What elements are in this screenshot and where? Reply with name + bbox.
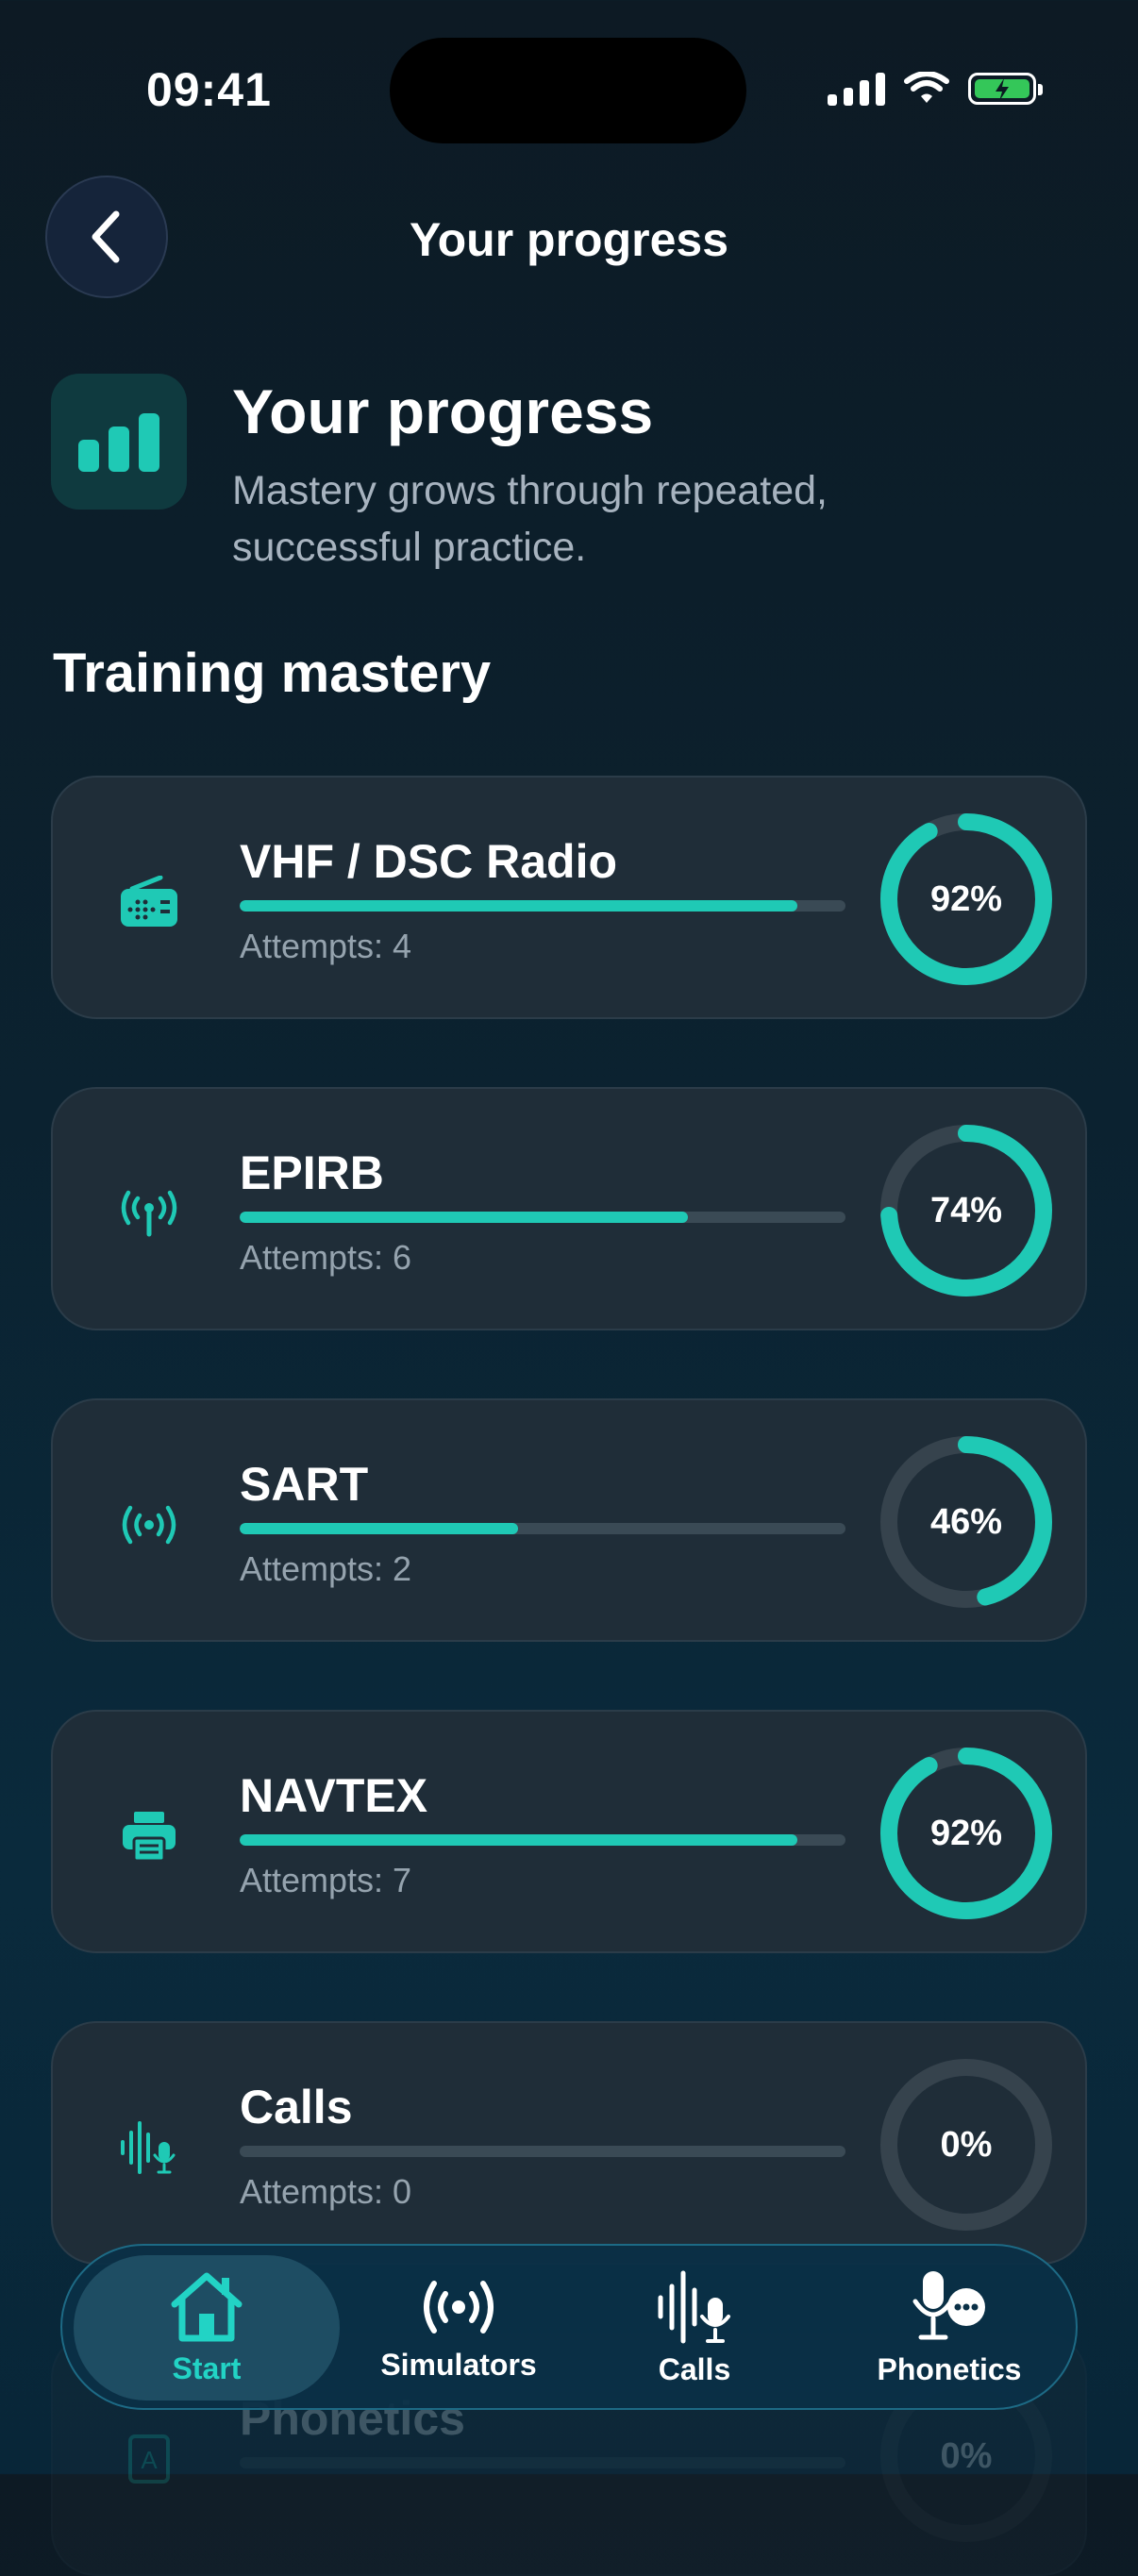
mastery-percent: 74% — [929, 1190, 1003, 1230]
voice-mic-icon — [658, 2270, 730, 2343]
wifi-icon — [904, 72, 949, 103]
tab-label: Simulators — [380, 2347, 537, 2382]
printer-icon — [109, 1797, 189, 1876]
status-time: 09:41 — [146, 63, 272, 116]
section-title: Training mastery — [53, 643, 492, 704]
attempts-count: Attempts: 4 — [240, 927, 412, 965]
home-icon — [171, 2272, 243, 2341]
tab-start[interactable]: Start — [74, 2255, 340, 2400]
tab-label: Start — [172, 2350, 242, 2385]
module-card[interactable]: EPIRB Attempts: 6 74% — [51, 1087, 1087, 1330]
tab-bar: Start Simulators Calls Phonetics — [60, 2244, 1078, 2410]
module-card[interactable]: SART Attempts: 2 46% — [51, 1398, 1087, 1642]
voice-wave-icon — [109, 2108, 189, 2187]
cellular-signal-icon — [828, 72, 885, 106]
broadcast-icon — [109, 1485, 189, 1564]
mastery-percent: 46% — [929, 1501, 1003, 1542]
module-card[interactable]: VHF / DSC Radio Attempts: 4 92% — [51, 776, 1087, 1019]
battery-icon — [968, 73, 1043, 105]
attempts-count: Attempts: 0 — [240, 2172, 412, 2211]
tab-phonetics[interactable]: Phonetics — [855, 2255, 1044, 2400]
speaker-chat-icon — [912, 2270, 985, 2339]
dynamic-island — [390, 38, 746, 143]
attempts-count: Attempts: 6 — [240, 1238, 412, 1277]
svg-text:A: A — [141, 2446, 158, 2474]
mastery-progress-bar — [240, 1834, 845, 1846]
mastery-percent: 92% — [929, 878, 1003, 919]
tab-simulators[interactable]: Simulators — [345, 2255, 572, 2400]
module-card[interactable]: NAVTEX Attempts: 7 92% — [51, 1710, 1087, 1953]
module-title: EPIRB — [240, 1146, 384, 1199]
mastery-percent: 92% — [929, 1813, 1003, 1853]
mastery-progress-bar — [240, 900, 845, 912]
tab-label: Calls — [658, 2351, 731, 2386]
mastery-progress-bar — [240, 2146, 845, 2157]
mastery-progress-bar — [240, 1523, 845, 1534]
alphabet-book-icon: A — [109, 2419, 189, 2499]
attempts-count: Attempts: 7 — [240, 1861, 412, 1899]
hero-title: Your progress — [232, 376, 654, 446]
module-title: NAVTEX — [240, 1769, 428, 1822]
broadcast-icon — [424, 2280, 494, 2333]
bar-chart-icon — [51, 374, 187, 510]
nav-title: Your progress — [409, 213, 729, 266]
antenna-icon — [109, 1174, 189, 1253]
attempts-count: Attempts: 2 — [240, 1549, 412, 1588]
mastery-percent: 0% — [940, 2124, 993, 2165]
hero-subtitle: Mastery grows through repeated, successf… — [232, 468, 828, 570]
module-title: VHF / DSC Radio — [240, 835, 618, 888]
tab-label: Phonetics — [877, 2351, 1022, 2386]
module-title: Calls — [240, 2081, 353, 2133]
module-title: SART — [240, 1458, 369, 1511]
status-icons — [828, 72, 1043, 106]
tab-calls[interactable]: Calls — [619, 2255, 770, 2400]
mastery-progress-bar — [240, 1212, 845, 1223]
mastery-progress-bar — [240, 2457, 845, 2468]
radio-icon — [109, 862, 189, 942]
module-card[interactable]: Calls Attempts: 0 0% — [51, 2021, 1087, 2265]
